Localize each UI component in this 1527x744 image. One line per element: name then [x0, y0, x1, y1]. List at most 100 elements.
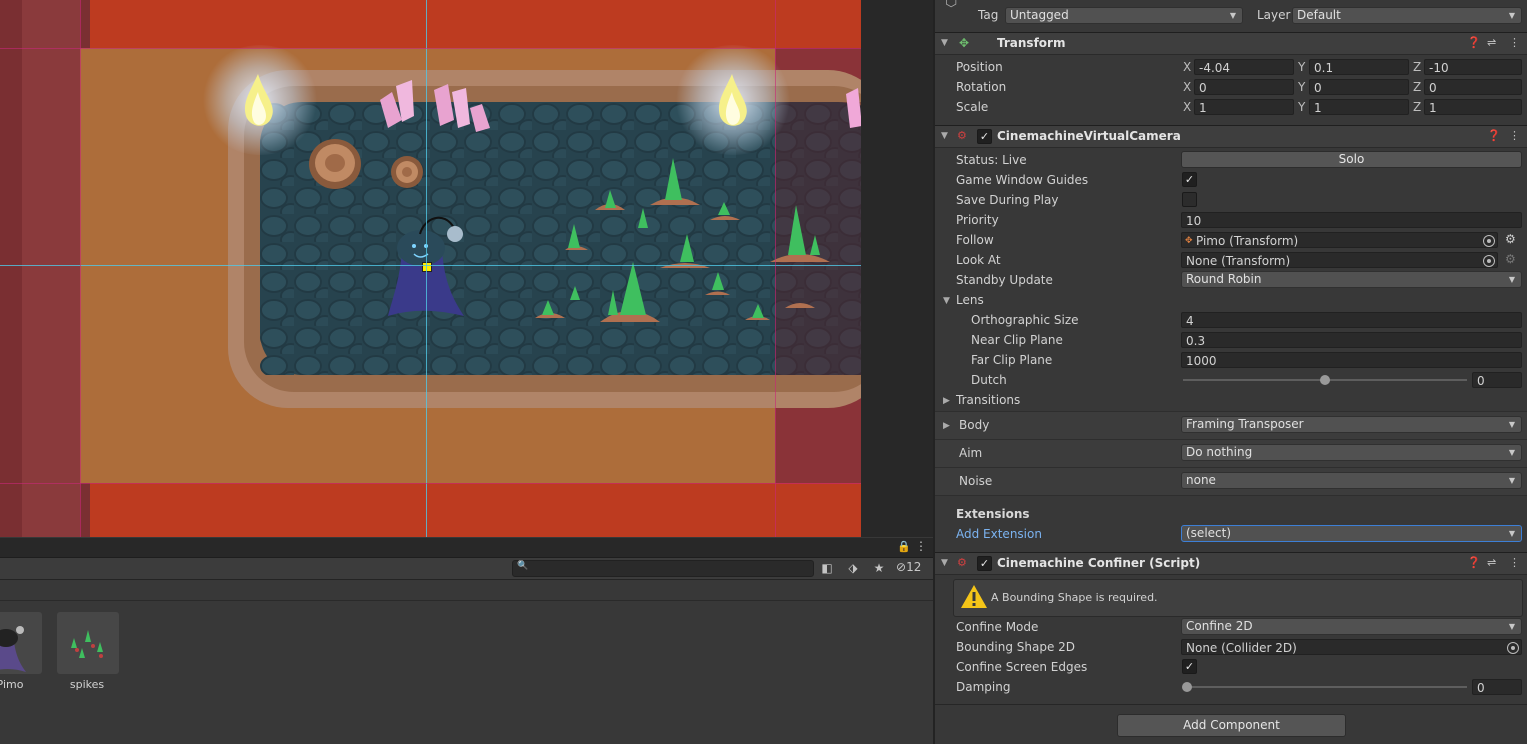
- component-menu-icon[interactable]: ⋮: [1509, 129, 1520, 142]
- body-foldout-icon[interactable]: ▶: [943, 421, 950, 431]
- aim-dropdown[interactable]: Do nothing ▼: [1181, 444, 1522, 461]
- scale-z-field[interactable]: 1: [1424, 99, 1522, 115]
- warning-text: A Bounding Shape is required.: [991, 591, 1158, 604]
- chevron-down-icon: ▼: [1508, 448, 1515, 457]
- cinemachine-script-icon: ⚙: [957, 129, 967, 142]
- gameobject-icon: ⬡: [945, 0, 958, 10]
- tag-value: Untagged: [1010, 8, 1069, 22]
- object-picker-icon[interactable]: [1507, 642, 1519, 654]
- transform-header[interactable]: ▼ ✥ Transform ❓ ⇌ ⋮: [935, 32, 1527, 55]
- damping-field[interactable]: 0: [1472, 679, 1522, 695]
- bounding-shape-field[interactable]: None (Collider 2D): [1181, 639, 1522, 655]
- priority-field[interactable]: 10: [1181, 212, 1522, 228]
- panel-menu-icon[interactable]: ⋮: [915, 539, 927, 553]
- look-at-field[interactable]: None (Transform): [1181, 252, 1498, 268]
- tag-label: Tag: [978, 8, 999, 22]
- vcam-enabled-checkbox[interactable]: ✓: [977, 129, 992, 144]
- follow-label: Follow: [956, 233, 994, 247]
- help-icon[interactable]: ❓: [1467, 36, 1481, 49]
- transitions-foldout-icon[interactable]: ▶: [943, 396, 950, 406]
- damping-slider-knob[interactable]: [1182, 682, 1192, 692]
- favorite-star-icon[interactable]: ★: [870, 560, 888, 576]
- add-extension-dropdown[interactable]: (select) ▼: [1181, 525, 1522, 542]
- camera-guide-horizontal: [0, 265, 861, 266]
- confine-mode-value: Confine 2D: [1186, 619, 1253, 633]
- scale-y-field[interactable]: 1: [1309, 99, 1409, 115]
- position-x-field[interactable]: -4.04: [1194, 59, 1294, 75]
- project-tab-bar: 🔒 ⋮: [0, 538, 933, 558]
- rotation-label: Rotation: [956, 80, 1007, 94]
- scale-x-field[interactable]: 1: [1194, 99, 1294, 115]
- asset-thumbnail-pimo[interactable]: [0, 612, 42, 674]
- spikes-group-icon: [535, 158, 830, 322]
- lock-icon[interactable]: 🔒: [897, 540, 911, 553]
- confiner-header[interactable]: ▼ ⚙ ✓ Cinemachine Confiner (Script) ❓ ⇌ …: [935, 552, 1527, 575]
- lens-foldout-icon[interactable]: ▼: [943, 296, 950, 306]
- noise-value: none: [1186, 473, 1216, 487]
- soft-zone-bottom-line: [0, 483, 861, 484]
- preset-icon[interactable]: ⇌: [1487, 556, 1496, 569]
- preset-icon[interactable]: ⇌: [1487, 36, 1496, 49]
- filter-label-icon[interactable]: ⬗: [844, 560, 862, 576]
- chevron-down-icon: ▼: [1508, 529, 1515, 538]
- dutch-field[interactable]: 0: [1472, 372, 1522, 388]
- confine-mode-dropdown[interactable]: Confine 2D ▼: [1181, 618, 1522, 635]
- ortho-size-field[interactable]: 4: [1181, 312, 1522, 328]
- lens-label: Lens: [956, 293, 984, 307]
- object-picker-icon[interactable]: [1483, 255, 1495, 267]
- save-during-play-checkbox[interactable]: [1182, 192, 1197, 207]
- warning-box: A Bounding Shape is required.: [953, 579, 1523, 617]
- foldout-arrow-icon[interactable]: ▼: [941, 131, 948, 141]
- add-component-button[interactable]: Add Component: [1117, 714, 1346, 737]
- foldout-arrow-icon[interactable]: ▼: [941, 558, 948, 568]
- flame-left-icon: [244, 74, 273, 126]
- damping-slider-track[interactable]: [1183, 686, 1467, 688]
- asset-label-pimo: Pimo: [0, 678, 24, 691]
- project-search-input[interactable]: 🔍: [512, 560, 814, 577]
- dutch-slider-knob[interactable]: [1320, 375, 1330, 385]
- vcam-header[interactable]: ▼ ⚙ ✓ CinemachineVirtualCamera ❓ ⋮: [935, 125, 1527, 148]
- noise-dropdown[interactable]: none ▼: [1181, 472, 1522, 489]
- hidden-packages-toggle[interactable]: ⊘12: [896, 560, 921, 574]
- confine-screen-edges-checkbox[interactable]: ✓: [1182, 659, 1197, 674]
- near-clip-field[interactable]: 0.3: [1181, 332, 1522, 348]
- layer-dropdown[interactable]: Default ▼: [1292, 7, 1522, 24]
- help-icon[interactable]: ❓: [1487, 129, 1501, 142]
- position-y-field[interactable]: 0.1: [1309, 59, 1409, 75]
- follow-field[interactable]: ✥ Pimo (Transform): [1181, 232, 1498, 248]
- position-z-field[interactable]: -10: [1424, 59, 1522, 75]
- solo-button[interactable]: Solo: [1181, 151, 1522, 168]
- filter-type-icon[interactable]: ◧: [818, 560, 836, 576]
- project-breadcrumb-bar: [0, 580, 933, 601]
- rotation-y-axis: Y: [1298, 80, 1306, 94]
- camera-guide-vertical: [426, 0, 427, 537]
- confiner-enabled-checkbox[interactable]: ✓: [977, 556, 992, 571]
- scale-label: Scale: [956, 100, 989, 114]
- scene-view[interactable]: [0, 0, 861, 537]
- rotation-z-field[interactable]: 0: [1424, 79, 1522, 95]
- divider: [935, 704, 1527, 705]
- game-window-guides-checkbox[interactable]: ✓: [1182, 172, 1197, 187]
- stump-small-icon: [391, 156, 423, 188]
- standby-update-dropdown[interactable]: Round Robin ▼: [1181, 271, 1522, 288]
- gear-icon[interactable]: ⚙: [1505, 232, 1516, 246]
- rotation-y-field[interactable]: 0: [1309, 79, 1409, 95]
- rotation-x-field[interactable]: 0: [1194, 79, 1294, 95]
- foldout-arrow-icon[interactable]: ▼: [941, 38, 948, 48]
- project-panel: 🔒 ⋮ 🔍 ◧ ⬗ ★ ⊘12 Pimo spikes: [0, 538, 933, 744]
- camera-target-marker[interactable]: [422, 262, 432, 272]
- crystals-icon: [380, 80, 490, 132]
- tag-dropdown[interactable]: Untagged ▼: [1005, 7, 1243, 24]
- far-clip-field[interactable]: 1000: [1181, 352, 1522, 368]
- component-menu-icon[interactable]: ⋮: [1509, 556, 1520, 569]
- near-clip-label: Near Clip Plane: [971, 333, 1063, 347]
- body-dropdown[interactable]: Framing Transposer ▼: [1181, 416, 1522, 433]
- gear-icon[interactable]: ⚙: [1505, 252, 1516, 266]
- asset-thumbnail-spikes[interactable]: [57, 612, 119, 674]
- rotation-z-axis: Z: [1413, 80, 1422, 94]
- position-label: Position: [956, 60, 1003, 74]
- confine-screen-edges-label: Confine Screen Edges: [956, 660, 1088, 674]
- help-icon[interactable]: ❓: [1467, 556, 1481, 569]
- object-picker-icon[interactable]: [1483, 235, 1495, 247]
- component-menu-icon[interactable]: ⋮: [1509, 36, 1520, 49]
